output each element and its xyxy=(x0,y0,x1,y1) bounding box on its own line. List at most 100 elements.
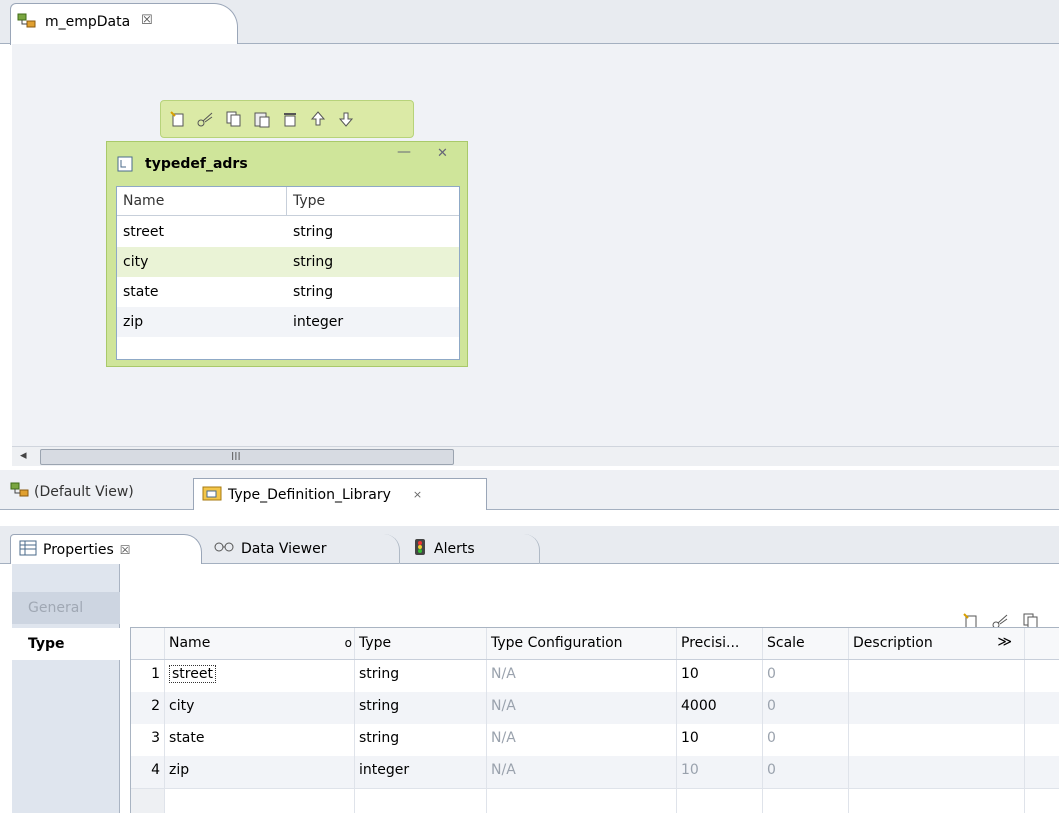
table-row[interactable]: 2 city string N/A 4000 0 xyxy=(131,692,1059,724)
column-label: Precisi... xyxy=(681,635,740,651)
field-precision[interactable]: 10 xyxy=(677,756,763,788)
empty-cell[interactable] xyxy=(165,789,355,813)
new-field-icon[interactable] xyxy=(167,108,189,130)
field-precision[interactable]: 4000 xyxy=(677,692,763,724)
field-name[interactable]: zip xyxy=(165,756,355,788)
scrollbar-thumb[interactable]: III xyxy=(40,449,454,465)
field-type: string xyxy=(293,254,334,270)
typedef-row-selected[interactable]: city string xyxy=(117,247,459,277)
horizontal-scrollbar[interactable]: ◂ III xyxy=(12,446,1059,466)
field-name: state xyxy=(123,284,159,300)
field-name[interactable]: street xyxy=(169,665,216,683)
data-viewer-icon xyxy=(213,539,235,559)
field-type: integer xyxy=(293,314,344,330)
sort-icon: o xyxy=(344,636,352,650)
editor-tab-bar: m_empData ☒ xyxy=(0,0,1059,45)
field-precision[interactable]: 10 xyxy=(677,724,763,756)
field-name: city xyxy=(123,254,149,270)
empty-row[interactable] xyxy=(131,788,1059,813)
field-description[interactable] xyxy=(849,692,1025,724)
header-filler xyxy=(1025,628,1059,659)
tab-label: (Default View) xyxy=(34,484,134,500)
paste-icon[interactable] xyxy=(251,108,273,130)
close-icon[interactable]: ☒ xyxy=(141,13,153,28)
close-icon[interactable]: ☒ xyxy=(120,543,131,557)
tab-properties[interactable]: Properties ☒ xyxy=(10,534,202,564)
field-type[interactable]: string xyxy=(355,724,487,756)
field-scale[interactable]: 0 xyxy=(763,660,849,692)
typedef-field-list: Name Type street string city string stat… xyxy=(116,186,460,360)
field-description[interactable] xyxy=(849,660,1025,692)
copy-icon[interactable] xyxy=(223,108,245,130)
field-description[interactable] xyxy=(849,724,1025,756)
view-tab-bar: (Default View) Type_Definition_Library × xyxy=(0,470,1059,510)
column-label: Type xyxy=(293,193,326,209)
typedef-row[interactable]: state string xyxy=(117,277,459,307)
type-definition-icon xyxy=(117,156,133,176)
tab-alerts[interactable]: Alerts xyxy=(404,534,540,564)
close-icon[interactable]: × xyxy=(413,488,422,501)
more-columns-icon[interactable]: ≫ xyxy=(997,634,1012,650)
field-scale[interactable]: 0 xyxy=(763,724,849,756)
mapping-icon xyxy=(17,12,37,34)
field-type: string xyxy=(293,224,334,240)
sidenav-item-type[interactable]: Type xyxy=(12,628,120,660)
field-name[interactable]: state xyxy=(165,724,355,756)
field-type-configuration[interactable]: N/A xyxy=(487,660,677,692)
tab-label: Properties xyxy=(43,541,114,558)
column-header-precision[interactable]: Precisi... xyxy=(677,628,763,659)
sidenav-label: Type xyxy=(28,636,65,652)
field-scale[interactable]: 0 xyxy=(763,756,849,788)
tab-label: Data Viewer xyxy=(241,541,327,557)
empty-cell[interactable] xyxy=(487,789,677,813)
object-toolbar xyxy=(160,100,414,138)
field-scale[interactable]: 0 xyxy=(763,692,849,724)
editor-tab-m-empdata[interactable]: m_empData ☒ xyxy=(10,3,238,45)
move-up-icon[interactable] xyxy=(307,108,329,130)
tab-type-definition-library[interactable]: Type_Definition_Library × xyxy=(193,478,487,510)
typedef-object[interactable]: typedef_adrs — ✕ Name Type street string… xyxy=(106,141,468,367)
column-header-scale[interactable]: Scale xyxy=(763,628,849,659)
move-down-icon[interactable] xyxy=(335,108,357,130)
tab-data-viewer[interactable]: Data Viewer xyxy=(205,534,400,564)
typedef-header[interactable]: typedef_adrs — ✕ xyxy=(107,142,467,186)
field-type-configuration[interactable]: N/A xyxy=(487,724,677,756)
column-header-type-configuration[interactable]: Type Configuration xyxy=(487,628,677,659)
typedef-column-type[interactable]: Type xyxy=(287,187,459,216)
minimize-icon[interactable]: — xyxy=(397,144,411,160)
field-type[interactable]: string xyxy=(355,692,487,724)
field-precision[interactable]: 10 xyxy=(677,660,763,692)
empty-cell[interactable] xyxy=(763,789,849,813)
empty-cell[interactable] xyxy=(355,789,487,813)
cut-icon[interactable] xyxy=(195,108,217,130)
alerts-icon xyxy=(412,538,428,560)
sidenav-item-general[interactable]: General xyxy=(12,592,120,624)
field-type-configuration[interactable]: N/A xyxy=(487,756,677,788)
table-row[interactable]: 1 street string N/A 10 0 xyxy=(131,660,1059,692)
column-label: Scale xyxy=(767,635,805,651)
typedef-column-name[interactable]: Name xyxy=(117,187,287,216)
empty-cell[interactable] xyxy=(677,789,763,813)
close-icon[interactable]: ✕ xyxy=(437,146,448,161)
field-name: zip xyxy=(123,314,144,330)
typedef-row[interactable]: zip integer xyxy=(117,307,459,337)
delete-icon[interactable] xyxy=(279,108,301,130)
tab-default-view[interactable]: (Default View) xyxy=(10,480,134,504)
column-header-name[interactable]: Name o xyxy=(165,628,355,659)
column-header-type[interactable]: Type xyxy=(355,628,487,659)
tab-label: Type_Definition_Library xyxy=(228,486,391,503)
field-type-configuration[interactable]: N/A xyxy=(487,692,677,724)
table-row[interactable]: 4 zip integer N/A 10 0 xyxy=(131,756,1059,788)
properties-icon xyxy=(19,540,37,560)
empty-cell[interactable] xyxy=(849,789,1025,813)
scroll-left-icon[interactable]: ◂ xyxy=(20,448,27,463)
rownum-header xyxy=(131,628,165,659)
typedef-row[interactable]: street string xyxy=(117,217,459,247)
field-name[interactable]: city xyxy=(165,692,355,724)
sidenav-label: General xyxy=(28,600,84,616)
field-description[interactable] xyxy=(849,756,1025,788)
field-type[interactable]: integer xyxy=(355,756,487,788)
table-row[interactable]: 3 state string N/A 10 0 xyxy=(131,724,1059,756)
field-type[interactable]: string xyxy=(355,660,487,692)
column-header-description[interactable]: Description ≫ xyxy=(849,628,1025,659)
